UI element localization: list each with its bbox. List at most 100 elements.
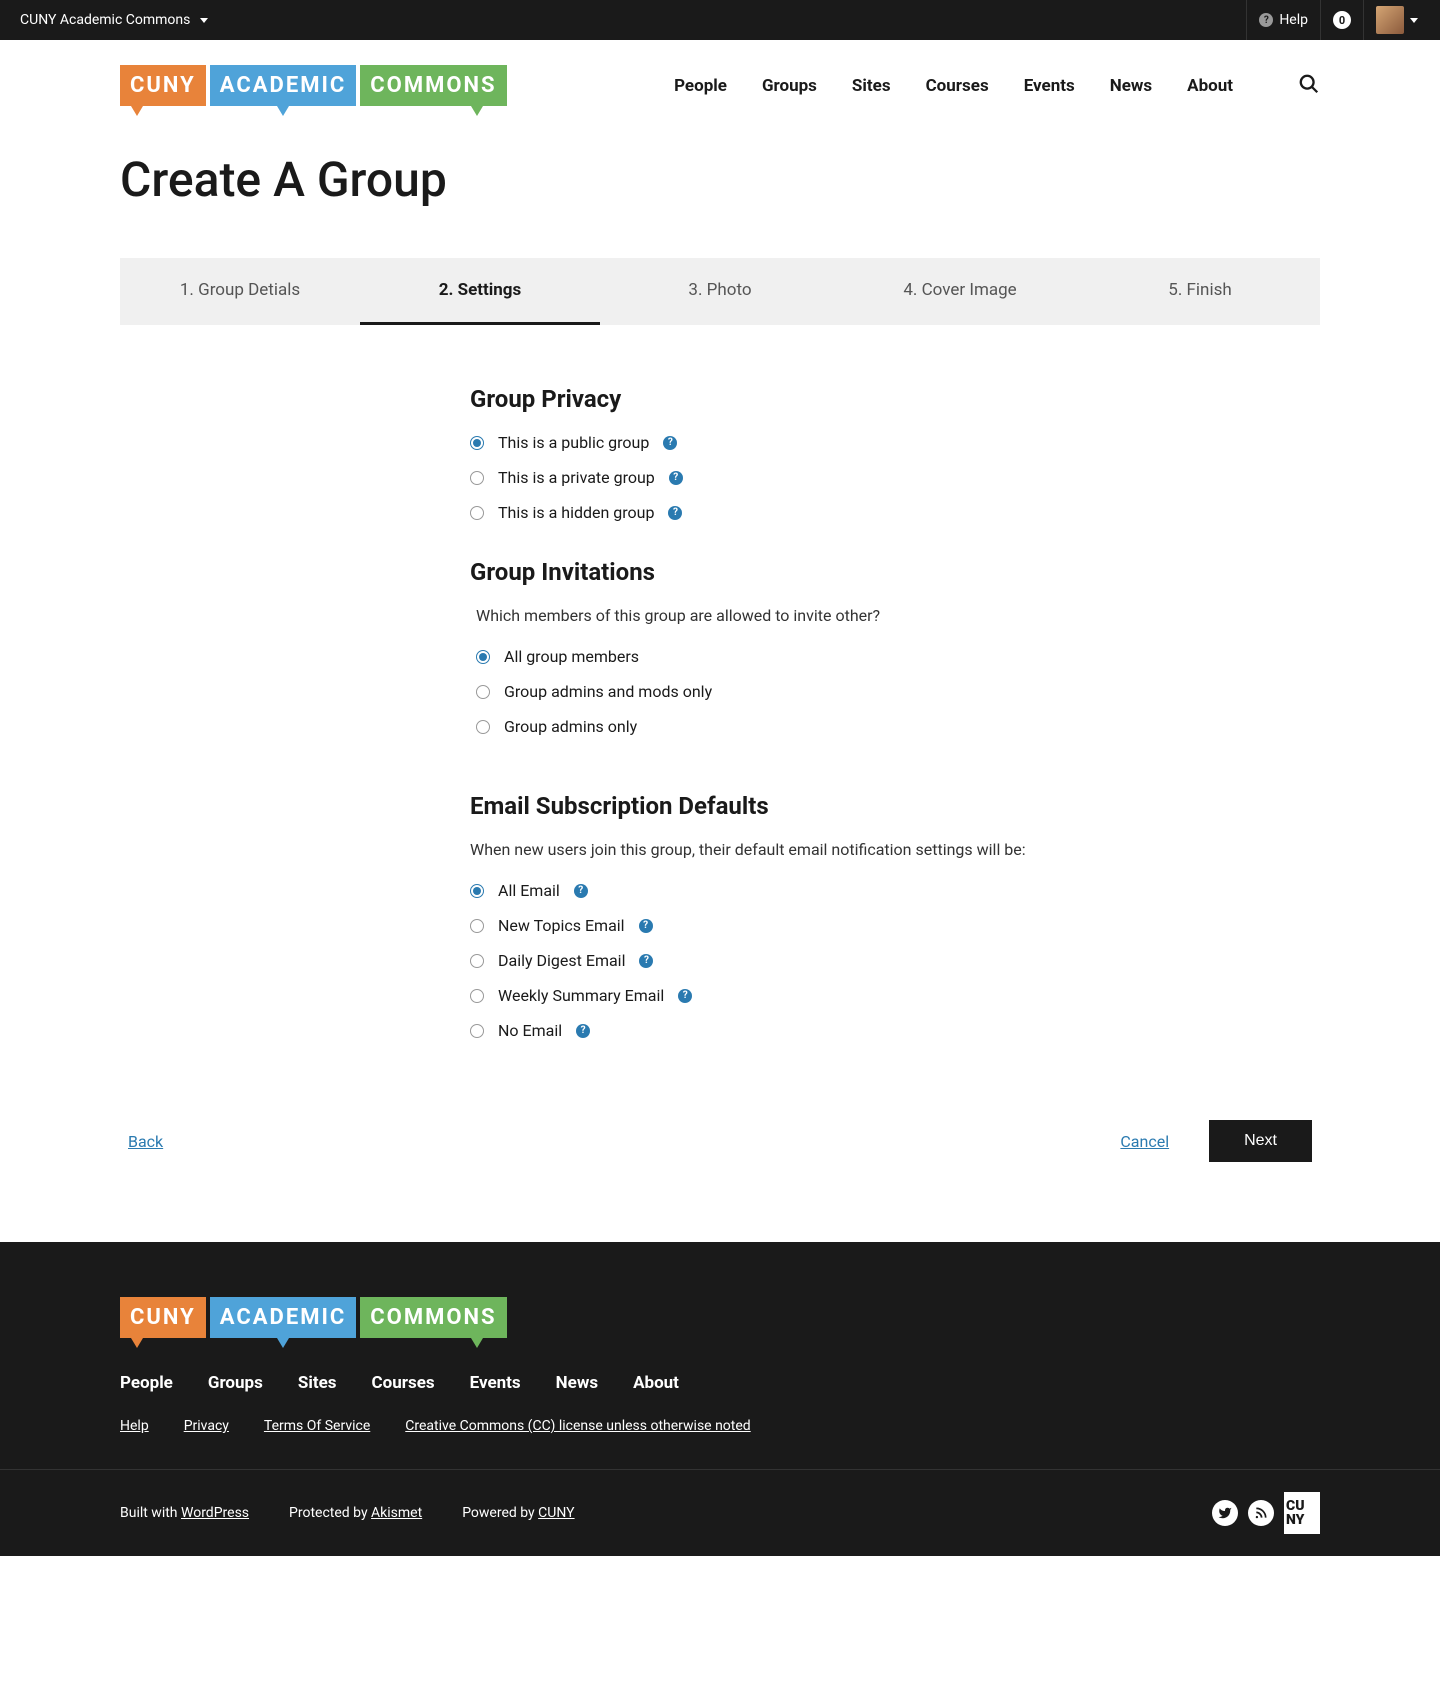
radio-invite-mods[interactable]: Group admins and mods only — [470, 682, 1060, 701]
radio-label: Group admins and mods only — [504, 682, 712, 701]
radio-email-new-topics[interactable]: New Topics Email ? — [470, 916, 1060, 935]
topbar-site-dropdown[interactable]: CUNY Academic Commons — [20, 12, 208, 28]
nav-news[interactable]: News — [1110, 76, 1152, 96]
radio-icon — [470, 989, 484, 1003]
tooltip-icon[interactable]: ? — [663, 436, 677, 450]
twitter-icon[interactable] — [1212, 1500, 1238, 1526]
radio-icon — [476, 650, 490, 664]
help-link[interactable]: ? Help — [1246, 0, 1320, 40]
footer-cc[interactable]: Creative Commons (CC) license unless oth… — [405, 1418, 750, 1434]
radio-public-group[interactable]: This is a public group ? — [470, 433, 1060, 452]
next-button[interactable]: Next — [1209, 1120, 1312, 1162]
notification-count: 0 — [1333, 11, 1351, 29]
radio-label: All Email — [498, 881, 560, 900]
radio-icon — [470, 506, 484, 520]
footer-nav-courses[interactable]: Courses — [372, 1373, 435, 1393]
footer-bottom: Built with WordPress Protected by Akisme… — [0, 1469, 1440, 1556]
site-logo[interactable]: CUNY ACADEMIC COMMONS — [120, 65, 507, 106]
step-photo[interactable]: 3. Photo — [600, 258, 840, 325]
radio-icon — [470, 471, 484, 485]
wordpress-link[interactable]: WordPress — [181, 1505, 249, 1521]
rss-icon[interactable] — [1248, 1500, 1274, 1526]
section-title-email: Email Subscription Defaults — [470, 792, 1060, 820]
akismet-link[interactable]: Akismet — [371, 1505, 422, 1521]
radio-label: Group admins only — [504, 717, 637, 736]
radio-label: Daily Digest Email — [498, 951, 625, 970]
nav-groups[interactable]: Groups — [762, 76, 817, 96]
radio-email-none[interactable]: No Email ? — [470, 1021, 1060, 1040]
logo-word-2: ACADEMIC — [210, 65, 357, 106]
radio-icon — [476, 685, 490, 699]
step-group-details[interactable]: 1. Group Detials — [120, 258, 360, 325]
page-title: Create A Group — [120, 151, 1320, 208]
back-button[interactable]: Back — [128, 1132, 163, 1151]
footer-credits: Built with WordPress Protected by Akisme… — [120, 1505, 575, 1521]
avatar — [1376, 6, 1404, 34]
email-desc: When new users join this group, their de… — [470, 840, 1060, 859]
radio-email-daily[interactable]: Daily Digest Email ? — [470, 951, 1060, 970]
footer-help[interactable]: Help — [120, 1418, 149, 1434]
nav-sites[interactable]: Sites — [852, 76, 891, 96]
tooltip-icon[interactable]: ? — [639, 954, 653, 968]
cuny-link[interactable]: CUNY — [538, 1505, 574, 1521]
help-label: Help — [1279, 12, 1308, 28]
admin-topbar: CUNY Academic Commons ? Help 0 — [0, 0, 1440, 40]
form-area: Group Privacy This is a public group ? T… — [380, 385, 1060, 1040]
radio-invite-admins[interactable]: Group admins only — [470, 717, 1060, 736]
footer-nav-events[interactable]: Events — [470, 1373, 521, 1393]
logo-word-3: COMMONS — [360, 65, 506, 106]
footer-social: CU NY — [1212, 1492, 1320, 1534]
notifications-button[interactable]: 0 — [1320, 0, 1363, 40]
radio-email-weekly[interactable]: Weekly Summary Email ? — [470, 986, 1060, 1005]
radio-icon — [470, 436, 484, 450]
footer-logo[interactable]: CUNY ACADEMIC COMMONS — [120, 1297, 1320, 1338]
tooltip-icon[interactable]: ? — [669, 471, 683, 485]
chevron-down-icon — [1410, 18, 1418, 23]
tooltip-icon[interactable]: ? — [668, 506, 682, 520]
radio-icon — [470, 884, 484, 898]
footer-nav-sites[interactable]: Sites — [298, 1373, 337, 1393]
footer-tos[interactable]: Terms Of Service — [264, 1418, 370, 1434]
help-icon: ? — [1259, 13, 1273, 27]
step-finish[interactable]: 5. Finish — [1080, 258, 1320, 325]
tooltip-icon[interactable]: ? — [678, 989, 692, 1003]
radio-email-all[interactable]: All Email ? — [470, 881, 1060, 900]
radio-hidden-group[interactable]: This is a hidden group ? — [470, 503, 1060, 522]
actions-row: Back Cancel Next — [120, 1120, 1320, 1162]
site-footer: CUNY ACADEMIC COMMONS People Groups Site… — [0, 1242, 1440, 1556]
radio-label: This is a public group — [498, 433, 649, 452]
protected-by: Protected by Akismet — [289, 1505, 422, 1521]
footer-nav-about[interactable]: About — [633, 1373, 679, 1393]
footer-privacy[interactable]: Privacy — [184, 1418, 229, 1434]
radio-invite-all[interactable]: All group members — [470, 647, 1060, 666]
footer-nav-people[interactable]: People — [120, 1373, 173, 1393]
step-cover-image[interactable]: 4. Cover Image — [840, 258, 1080, 325]
actions-right: Cancel Next — [1120, 1120, 1312, 1162]
tooltip-icon[interactable]: ? — [574, 884, 588, 898]
radio-private-group[interactable]: This is a private group ? — [470, 468, 1060, 487]
radio-label: Weekly Summary Email — [498, 986, 664, 1005]
nav-people[interactable]: People — [674, 76, 727, 96]
section-title-invitations: Group Invitations — [470, 558, 1060, 586]
cuny-logo-icon[interactable]: CU NY — [1284, 1492, 1320, 1534]
cancel-button[interactable]: Cancel — [1120, 1132, 1169, 1151]
nav-courses[interactable]: Courses — [926, 76, 989, 96]
powered-by: Powered by CUNY — [462, 1505, 574, 1521]
search-icon[interactable] — [1298, 73, 1320, 99]
nav-events[interactable]: Events — [1024, 76, 1075, 96]
footer-nav-news[interactable]: News — [556, 1373, 598, 1393]
nav-about[interactable]: About — [1187, 76, 1233, 96]
site-header: CUNY ACADEMIC COMMONS People Groups Site… — [0, 40, 1440, 131]
logo-word-1: CUNY — [120, 1297, 206, 1338]
footer-nav-groups[interactable]: Groups — [208, 1373, 263, 1393]
radio-label: New Topics Email — [498, 916, 625, 935]
radio-icon — [470, 919, 484, 933]
tooltip-icon[interactable]: ? — [639, 919, 653, 933]
footer-legal: Help Privacy Terms Of Service Creative C… — [120, 1418, 1320, 1434]
step-settings[interactable]: 2. Settings — [360, 258, 600, 325]
radio-label: No Email — [498, 1021, 562, 1040]
logo-word-2: ACADEMIC — [210, 1297, 357, 1338]
topbar-site-title: CUNY Academic Commons — [20, 12, 190, 28]
tooltip-icon[interactable]: ? — [576, 1024, 590, 1038]
user-menu[interactable] — [1363, 0, 1430, 40]
